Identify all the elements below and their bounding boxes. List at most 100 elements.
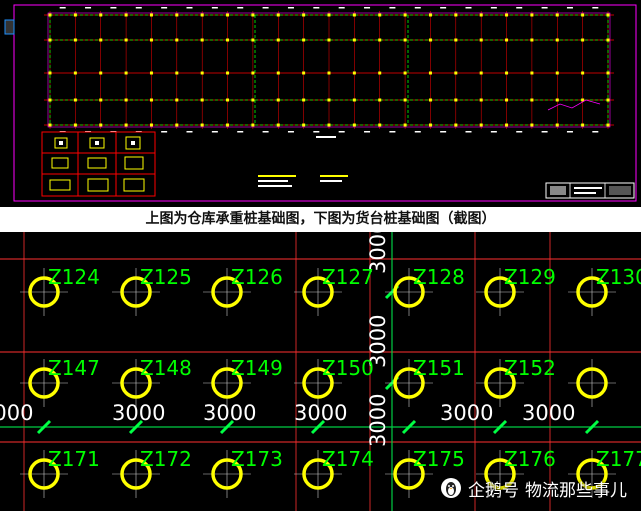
column-marker bbox=[149, 38, 153, 42]
dimension-mark bbox=[262, 131, 269, 133]
column-marker bbox=[378, 123, 382, 127]
column-marker bbox=[99, 71, 103, 75]
column-marker bbox=[403, 123, 407, 127]
column-marker bbox=[606, 123, 610, 127]
column-marker bbox=[428, 123, 432, 127]
dimension-mark bbox=[287, 131, 294, 133]
column-marker bbox=[48, 71, 52, 75]
column-marker bbox=[606, 38, 610, 42]
dimension-mark bbox=[566, 7, 573, 9]
column-marker bbox=[226, 38, 230, 42]
column-marker bbox=[581, 71, 585, 75]
dimension-text: 3000 bbox=[0, 401, 33, 425]
dimension-text: 3000 bbox=[440, 401, 493, 425]
dimension-mark bbox=[389, 7, 396, 9]
column-marker bbox=[276, 13, 280, 17]
column-marker bbox=[378, 13, 382, 17]
column-marker bbox=[327, 71, 331, 75]
dimension-mark bbox=[592, 7, 599, 9]
dimension-mark bbox=[566, 131, 573, 133]
pile-label: Z130 bbox=[596, 265, 641, 289]
column-marker bbox=[505, 123, 509, 127]
dimension-mark bbox=[490, 131, 497, 133]
dimension-mark bbox=[313, 7, 320, 9]
column-marker bbox=[48, 98, 52, 102]
column-marker bbox=[200, 38, 204, 42]
column-marker bbox=[454, 123, 458, 127]
column-marker bbox=[48, 38, 52, 42]
dimension-mark bbox=[237, 131, 244, 133]
column-marker bbox=[251, 98, 255, 102]
column-marker bbox=[200, 71, 204, 75]
dimension-mark bbox=[161, 131, 168, 133]
column-marker bbox=[581, 123, 585, 127]
watermark: 企鹅号 物流那些事儿 bbox=[440, 475, 627, 501]
pile-label: Z128 bbox=[413, 265, 465, 289]
column-marker bbox=[149, 13, 153, 17]
loading-dock-pile-plan: 300030003000300030003000300030003000 Z12… bbox=[0, 232, 641, 511]
dimension-mark bbox=[211, 131, 218, 133]
dimension-mark bbox=[414, 131, 421, 133]
dimension-mark bbox=[59, 7, 66, 9]
dimension-text: 3000 bbox=[522, 401, 575, 425]
column-marker bbox=[555, 123, 559, 127]
dimension-mark bbox=[541, 7, 548, 9]
pile-label: Z150 bbox=[322, 356, 374, 380]
pile-label: Z176 bbox=[504, 447, 556, 471]
pile-label: Z125 bbox=[140, 265, 192, 289]
column-marker bbox=[149, 98, 153, 102]
column-marker bbox=[226, 71, 230, 75]
column-marker bbox=[149, 123, 153, 127]
penguin-logo-icon bbox=[441, 478, 461, 498]
column-marker bbox=[48, 123, 52, 127]
column-marker bbox=[505, 98, 509, 102]
dimension-mark bbox=[414, 7, 421, 9]
dimension-mark bbox=[338, 7, 345, 9]
column-marker bbox=[175, 38, 179, 42]
dimension-mark bbox=[440, 131, 447, 133]
dimension-text: 3000 bbox=[112, 401, 165, 425]
dimension-mark bbox=[389, 131, 396, 133]
column-marker bbox=[530, 71, 534, 75]
pile-label: Z173 bbox=[231, 447, 283, 471]
pile-label: Z151 bbox=[413, 356, 465, 380]
column-marker bbox=[479, 98, 483, 102]
column-marker bbox=[124, 123, 128, 127]
column-marker bbox=[302, 13, 306, 17]
pile-label: Z171 bbox=[48, 447, 100, 471]
column-marker bbox=[327, 38, 331, 42]
dimension-mark bbox=[490, 7, 497, 9]
dimension-mark bbox=[186, 7, 193, 9]
column-marker bbox=[251, 13, 255, 17]
pile-label: Z124 bbox=[48, 265, 100, 289]
column-marker bbox=[378, 98, 382, 102]
dimension-mark bbox=[465, 7, 472, 9]
column-marker bbox=[530, 123, 534, 127]
column-marker bbox=[124, 38, 128, 42]
dimension-text: 3000 bbox=[294, 401, 347, 425]
dimension-text-vertical: 3000 bbox=[366, 394, 390, 447]
column-marker bbox=[73, 38, 77, 42]
column-marker bbox=[378, 38, 382, 42]
column-marker bbox=[505, 13, 509, 17]
pile-label: Z148 bbox=[140, 356, 192, 380]
column-marker bbox=[555, 13, 559, 17]
column-marker bbox=[73, 123, 77, 127]
column-marker bbox=[454, 13, 458, 17]
column-marker bbox=[251, 123, 255, 127]
column-marker bbox=[403, 13, 407, 17]
dimension-mark bbox=[262, 7, 269, 9]
column-marker bbox=[454, 98, 458, 102]
dimension-mark bbox=[592, 131, 599, 133]
column-marker bbox=[479, 123, 483, 127]
pile-label: Z129 bbox=[504, 265, 556, 289]
dimension-mark bbox=[135, 7, 142, 9]
dimension-mark bbox=[287, 7, 294, 9]
column-marker bbox=[175, 98, 179, 102]
dimension-mark bbox=[516, 131, 523, 133]
column-marker bbox=[505, 38, 509, 42]
column-marker bbox=[226, 13, 230, 17]
dimension-mark bbox=[338, 131, 345, 133]
column-marker bbox=[606, 13, 610, 17]
watermark-account: 物流那些事儿 bbox=[525, 480, 627, 501]
